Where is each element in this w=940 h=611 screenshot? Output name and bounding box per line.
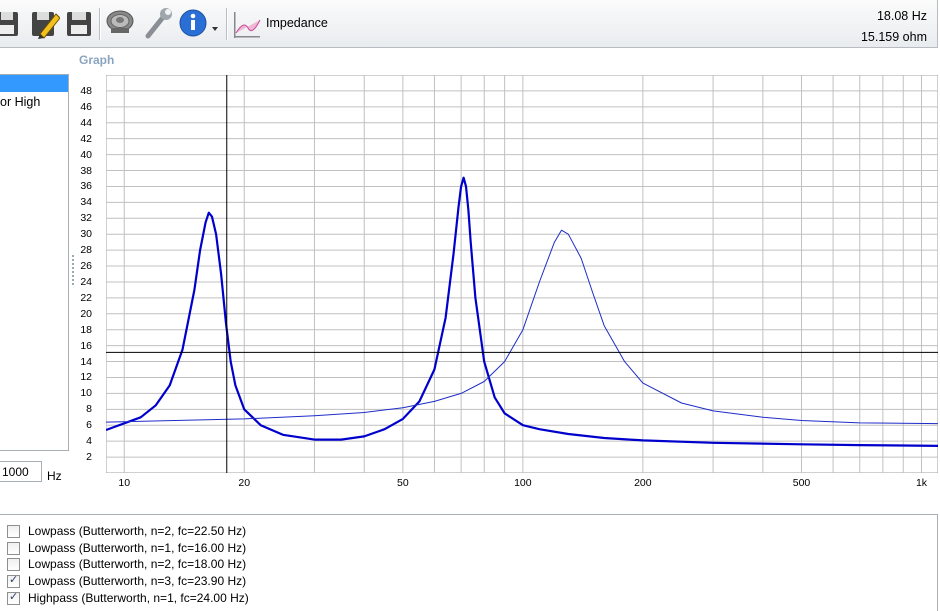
y-tick-label: 38 — [80, 164, 92, 177]
frequency-unit-label: Hz — [47, 469, 62, 483]
x-tick-label: 20 — [238, 477, 251, 489]
y-tick-label: 16 — [80, 339, 92, 352]
y-tick-label: 12 — [80, 371, 92, 384]
frequency-input[interactable]: 1000 — [0, 461, 42, 482]
wrench-icon[interactable] — [142, 6, 172, 40]
y-tick-label: 40 — [80, 148, 92, 161]
curve-list[interactable]: or High — [0, 74, 69, 451]
y-tick-label: 22 — [80, 291, 92, 304]
y-tick-label: 14 — [80, 355, 92, 368]
x-tick-label: 100 — [514, 477, 532, 489]
y-tick-label: 34 — [80, 196, 92, 209]
y-tick-label: 18 — [80, 323, 92, 336]
y-tick-label: 4 — [86, 435, 92, 448]
frequency-readout: 18.08 Hz — [876, 9, 927, 23]
filter-label: Lowpass (Butterworth, n=3, fc=23.90 Hz) — [28, 574, 247, 589]
toolbar: Impedance 18.08 Hz 15.159 ohm — [0, 0, 938, 48]
filter-label: Lowpass (Butterworth, n=2, fc=22.50 Hz) — [28, 524, 247, 538]
impedance-graph-icon[interactable] — [232, 6, 262, 40]
filter-checkbox[interactable] — [7, 525, 20, 538]
y-tick-label: 30 — [80, 228, 92, 241]
curve-list-selected-item[interactable] — [0, 75, 68, 92]
x-tick-label: 50 — [397, 477, 409, 489]
info-icon[interactable] — [178, 6, 208, 40]
y-tick-label: 42 — [80, 132, 92, 145]
impedance-plot[interactable] — [106, 75, 938, 473]
y-tick-label: 6 — [86, 419, 92, 432]
y-tick-label: 48 — [80, 84, 92, 97]
speaker-icon[interactable] — [105, 6, 135, 40]
filter-list: Lowpass (Butterworth, n=2, fc=22.50 Hz) L… — [0, 514, 938, 611]
save-icon[interactable] — [0, 6, 22, 40]
filter-checkbox[interactable] — [7, 573, 20, 589]
x-tick-label: 1k — [915, 477, 928, 489]
plot-background — [106, 75, 938, 473]
y-tick-label: 36 — [80, 180, 92, 193]
y-tick-label: 32 — [80, 212, 92, 225]
y-tick-label: 46 — [80, 100, 92, 113]
edit-icon[interactable] — [30, 6, 61, 40]
y-tick-label: 24 — [80, 275, 92, 288]
x-tick-label: 200 — [634, 477, 652, 489]
impedance-readout: 15.159 ohm — [860, 30, 927, 44]
filter-checkbox[interactable] — [7, 590, 20, 605]
save-as-icon[interactable] — [64, 6, 94, 40]
dropdown-arrow-icon[interactable] — [210, 6, 220, 40]
filter-label: Lowpass (Butterworth, n=1, fc=16.00 Hz) — [28, 540, 247, 555]
graph-title: Graph — [79, 53, 115, 67]
x-tick-label: 500 — [792, 477, 811, 489]
y-tick-label: 2 — [86, 451, 92, 464]
y-tick-label: 28 — [80, 244, 92, 257]
filter-checkbox[interactable] — [7, 558, 20, 572]
y-tick-label: 10 — [80, 387, 92, 400]
y-tick-label: 20 — [80, 307, 92, 320]
toolbar-label: Impedance — [266, 16, 328, 30]
x-tick-label: 10 — [118, 477, 131, 489]
filter-label: Lowpass (Butterworth, n=2, fc=18.00 Hz) — [28, 557, 247, 572]
curve-list-item[interactable]: or High — [0, 95, 40, 109]
y-tick-label: 26 — [80, 260, 92, 273]
filter-checkbox[interactable] — [7, 541, 20, 555]
y-tick-label: 8 — [86, 403, 92, 416]
filter-label: Highpass (Butterworth, n=1, fc=24.00 Hz) — [28, 590, 249, 605]
y-tick-label: 44 — [80, 116, 92, 129]
